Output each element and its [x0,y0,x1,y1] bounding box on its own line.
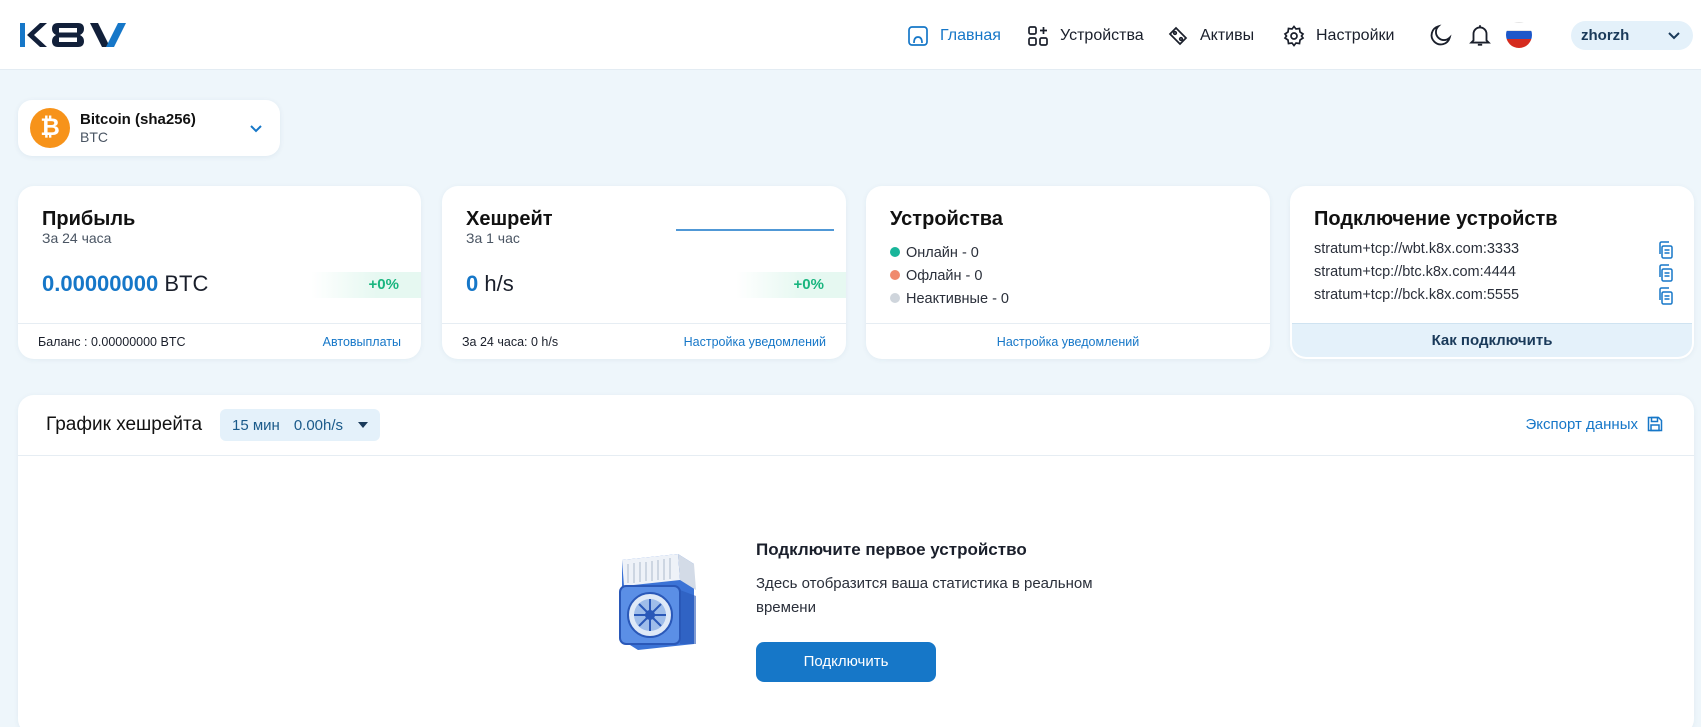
online-dot [890,247,900,257]
status-online: Онлайн - 0 [890,242,1009,265]
copy-icon[interactable] [1656,263,1676,283]
k8x-logo[interactable] [18,20,130,50]
inactive-dot [890,293,900,303]
chart-title: График хешрейта [46,414,203,435]
copy-buttons [1656,240,1676,309]
copy-icon[interactable] [1656,240,1676,260]
offline-count: Офлайн - 0 [906,268,983,284]
gear-icon [1283,25,1305,47]
nav-assets[interactable]: Активы [1166,22,1254,50]
export-label: Экспорт данных [1525,415,1638,433]
range-value: 0.00h/s [293,416,344,434]
user-menu-select[interactable]: zhorzh [1571,21,1693,50]
caret-down-icon [358,422,368,428]
chevron-down-icon [1668,31,1680,39]
hashrate-value: 0 h/s [466,271,514,297]
stratum-url-list: stratum+tcp://wbt.k8x.com:3333 stratum+t… [1314,238,1519,307]
assets-icon [1168,26,1188,46]
hashrate-24h: За 24 часа: 0 h/s [462,334,559,349]
range-label: 15 мин [232,416,280,434]
online-count: Онлайн - 0 [906,245,979,261]
connect-devices-card: Подключение устройств stratum+tcp://wbt.… [1290,186,1694,359]
chevron-down-icon [250,125,262,133]
range-select[interactable]: 15 мин 0.00h/s [220,409,380,441]
bitcoin-icon: ₿ [30,108,70,148]
profit-footer: Баланс : 0.00000000 BTC Автовыплаты [18,323,421,359]
devices-notify-link[interactable]: Настройка уведомлений [997,335,1139,349]
devices-status-list: Онлайн - 0 Офлайн - 0 Неактивные - 0 [890,242,1009,311]
offline-dot [890,270,900,280]
status-offline: Офлайн - 0 [890,265,1009,288]
hashrate-sparkline [676,229,834,231]
hashrate-unit: h/s [484,271,514,296]
hashrate-footer: За 24 часа: 0 h/s Настройка уведомлений [442,323,846,359]
devices-card: Устройства Онлайн - 0 Офлайн - 0 Неактив… [866,186,1270,359]
devices-title: Устройства [890,208,1003,230]
stratum-url: stratum+tcp://wbt.k8x.com:3333 [1314,241,1520,257]
hashrate-period: За 1 час [466,230,520,246]
profit-period: За 24 часа [42,230,112,246]
nav-home[interactable]: Главная [906,22,1001,50]
miner-device-illustration [619,554,696,650]
hashrate-amount: 0 [466,271,479,296]
coin-ticker: BTC [80,129,108,145]
profit-change-badge: +0% [311,272,421,298]
nav-settings[interactable]: Настройки [1282,22,1394,50]
top-header: Главная Устройства Активы Настройки zhor… [0,0,1701,70]
export-data-button[interactable]: Экспорт данных [1526,415,1664,433]
stratum-url: stratum+tcp://bck.k8x.com:5555 [1314,287,1520,303]
hashrate-chart-panel: График хешрейта 15 мин 0.00h/s Экспорт д… [18,395,1694,727]
russian-flag-icon[interactable] [1506,22,1532,48]
profit-value: 0.00000000 BTC [42,271,208,297]
profit-card: Прибыль За 24 часа 0.00000000 BTC +0% Ба… [18,186,421,359]
empty-state-title: Подключите первое устройство [756,540,1027,559]
autopayouts-link[interactable]: Автовыплаты [323,335,401,349]
nav-home-label: Главная [940,27,1001,44]
devices-footer: Настройка уведомлений [866,323,1270,359]
stratum-url: stratum+tcp://btc.k8x.com:4444 [1314,264,1516,280]
bell-icon[interactable] [1467,22,1493,48]
hashrate-card: Хешрейт За 1 час 0 h/s +0% За 24 часа: 0… [442,186,846,359]
profit-amount: 0.00000000 [42,271,159,296]
nav-devices-label: Устройства [1060,27,1144,44]
nav-settings-label: Настройки [1316,27,1395,44]
how-to-connect-button[interactable]: Как подключить [1292,323,1692,357]
chart-panel-header: График хешрейта 15 мин 0.00h/s Экспорт д… [18,395,1694,456]
nav-assets-label: Активы [1200,27,1255,44]
profit-title: Прибыль [42,208,136,230]
devices-icon [1028,26,1048,46]
balance-text: Баланс : 0.00000000 BTC [38,334,186,349]
hashrate-title: Хешрейт [466,208,553,230]
coin-name: Bitcoin (sha256) [80,111,196,128]
copy-icon[interactable] [1656,286,1676,306]
connect-title: Подключение устройств [1314,208,1558,230]
username: zhorzh [1581,27,1630,44]
save-icon [1647,416,1663,432]
connect-device-button[interactable]: Подключить [756,642,936,682]
status-inactive: Неактивные - 0 [890,288,1009,311]
empty-state-description: Здесь отобразится ваша статистика в реал… [756,575,1093,616]
inactive-count: Неактивные - 0 [906,291,1009,307]
hashrate-notify-link[interactable]: Настройка уведомлений [684,335,826,349]
profit-unit: BTC [164,271,209,296]
moon-icon[interactable] [1428,22,1454,48]
home-icon [908,26,928,46]
coin-selector[interactable]: ₿ Bitcoin (sha256) BTC [18,100,280,156]
nav-devices[interactable]: Устройства [1026,22,1144,50]
hashrate-change-badge: +0% [736,272,846,298]
